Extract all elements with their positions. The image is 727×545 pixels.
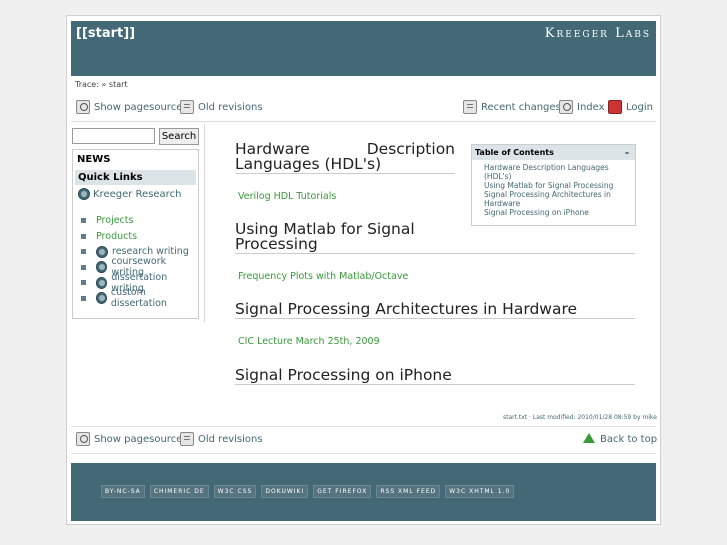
sidebar-item-products[interactable]: Products [81, 229, 198, 245]
breadcrumb: Trace: » start [75, 80, 128, 89]
site-footer: BY-NC-SA CHIMERIC DE W3C CSS DOKUWIKI GE… [71, 463, 656, 521]
breadcrumb-label: Trace: [75, 80, 99, 89]
rss-feed-badge[interactable]: RSS XML FEED [376, 485, 441, 498]
sidebar-item-projects[interactable]: Projects [81, 213, 198, 229]
get-firefox-badge[interactable]: GET FIREFOX [313, 485, 372, 498]
arrow-up-icon [582, 432, 596, 446]
magnifier-icon [76, 432, 90, 446]
magnifier-icon [76, 100, 90, 114]
login-icon [608, 100, 622, 114]
section-heading-iphone: Signal Processing on iPhone [235, 367, 635, 385]
frequency-plots-link[interactable]: Frequency Plots with Matlab/Octave [238, 271, 408, 282]
show-source-label: Show pagesource [94, 101, 183, 113]
bullet-icon [81, 233, 86, 239]
bullet-icon [81, 280, 86, 286]
news-heading: NEWS [77, 154, 111, 165]
toc-list: Hardware Description Languages (HDL's) U… [484, 163, 635, 217]
sidebar: Search NEWS Quick Links Kreeger Research… [72, 124, 205, 322]
old-revisions-button-bottom[interactable]: Old revisions [180, 432, 263, 446]
site-brand[interactable]: Kreeger Labs [545, 26, 651, 41]
verilog-tutorials-link[interactable]: Verilog HDL Tutorials [238, 191, 336, 202]
sidebar-navigation: NEWS Quick Links Kreeger Research Projec… [72, 149, 199, 319]
globe-icon [96, 245, 108, 258]
toc-item[interactable]: Signal Processing on iPhone [484, 208, 635, 217]
badge-row: BY-NC-SA CHIMERIC DE W3C CSS DOKUWIKI GE… [101, 485, 515, 498]
wiki-title-link[interactable]: [[start]] [76, 26, 135, 41]
bottom-action-bar: Show pagesource Old revisions Back to to… [71, 430, 657, 450]
revisions-icon [180, 432, 194, 446]
revisions-icon [180, 100, 194, 114]
globe-icon [78, 188, 90, 200]
section-heading-hdl: Hardware Description Languages (HDL's) [235, 141, 455, 174]
quick-links-heading: Quick Links [75, 170, 196, 185]
globe-icon [95, 292, 107, 305]
table-of-contents: Table of Contents – Hardware Description… [471, 144, 636, 226]
sidebar-item-custom-dissertation[interactable]: custom dissertation [81, 287, 198, 309]
top-action-bar: Show pagesource Old revisions Recent cha… [71, 98, 656, 118]
sidebar-list: Projects Products research writing cours… [81, 213, 198, 309]
kreeger-research-link[interactable]: Kreeger Research [78, 188, 181, 200]
recent-changes-icon [463, 100, 477, 114]
index-label: Index [577, 101, 605, 113]
page: [[start]] Kreeger Labs Trace: » start Sh… [66, 15, 661, 525]
toc-title: Table of Contents [475, 148, 554, 157]
old-revisions-label: Old revisions [198, 433, 263, 445]
index-button[interactable]: Index [559, 100, 605, 114]
sidebar-item-label: custom dissertation [110, 287, 167, 310]
cic-lecture-link[interactable]: CIC Lecture March 25th, 2009 [238, 336, 380, 347]
cc-license-badge[interactable]: BY-NC-SA [101, 485, 145, 498]
show-source-button-bottom[interactable]: Show pagesource [76, 432, 182, 446]
last-modified-info: start.txt · Last modified: 2010/01/28 08… [503, 414, 657, 421]
breadcrumb-current[interactable]: start [109, 80, 128, 89]
w3c-xhtml-badge[interactable]: W3C XHTML 1.0 [445, 485, 515, 498]
dokuwiki-badge[interactable]: DOKUWIKI [261, 485, 309, 498]
toc-item[interactable]: Using Matlab for Signal Processing [484, 181, 635, 190]
kreeger-research-label: Kreeger Research [93, 188, 182, 200]
back-to-top-button[interactable]: Back to top [582, 432, 657, 446]
recent-changes-button[interactable]: Recent changes [463, 100, 561, 114]
bullet-icon [81, 249, 86, 255]
site-header: [[start]] Kreeger Labs [71, 21, 656, 76]
bullet-icon [81, 295, 86, 301]
old-revisions-button[interactable]: Old revisions [180, 100, 263, 114]
toc-item[interactable]: Signal Processing Architectures in Hardw… [484, 190, 635, 208]
section-heading-architectures: Signal Processing Architectures in Hardw… [235, 301, 635, 319]
show-source-button[interactable]: Show pagesource [76, 100, 182, 114]
index-icon [559, 100, 573, 114]
old-revisions-label: Old revisions [198, 101, 263, 113]
divider [71, 426, 656, 427]
recent-changes-label: Recent changes [481, 101, 561, 113]
heading-line: Languages (HDL's) [235, 155, 382, 173]
chimeric-badge[interactable]: CHIMERIC DE [149, 485, 209, 498]
breadcrumb-separator: » [101, 80, 107, 89]
toc-header[interactable]: Table of Contents – [472, 145, 635, 160]
sidebar-item-label: Products [96, 230, 138, 242]
search-input[interactable] [72, 128, 155, 144]
globe-icon [95, 276, 108, 289]
show-source-label: Show pagesource [94, 433, 183, 445]
back-to-top-label: Back to top [600, 433, 658, 445]
globe-icon [95, 261, 108, 274]
bullet-icon [81, 264, 86, 270]
login-button[interactable]: Login [608, 100, 653, 114]
divider [71, 453, 656, 454]
login-label: Login [626, 101, 653, 113]
bullet-icon [81, 218, 86, 224]
sidebar-item-label: Projects [96, 215, 134, 227]
toc-toggle-icon[interactable]: – [625, 145, 629, 160]
section-heading-matlab: Using Matlab for Signal Processing [235, 221, 635, 254]
heading-line: Processing [235, 235, 318, 253]
toc-item[interactable]: Hardware Description Languages (HDL's) [484, 163, 635, 181]
search-button[interactable]: Search [159, 128, 199, 145]
w3c-css-badge[interactable]: W3C CSS [213, 485, 257, 498]
divider [71, 121, 656, 122]
